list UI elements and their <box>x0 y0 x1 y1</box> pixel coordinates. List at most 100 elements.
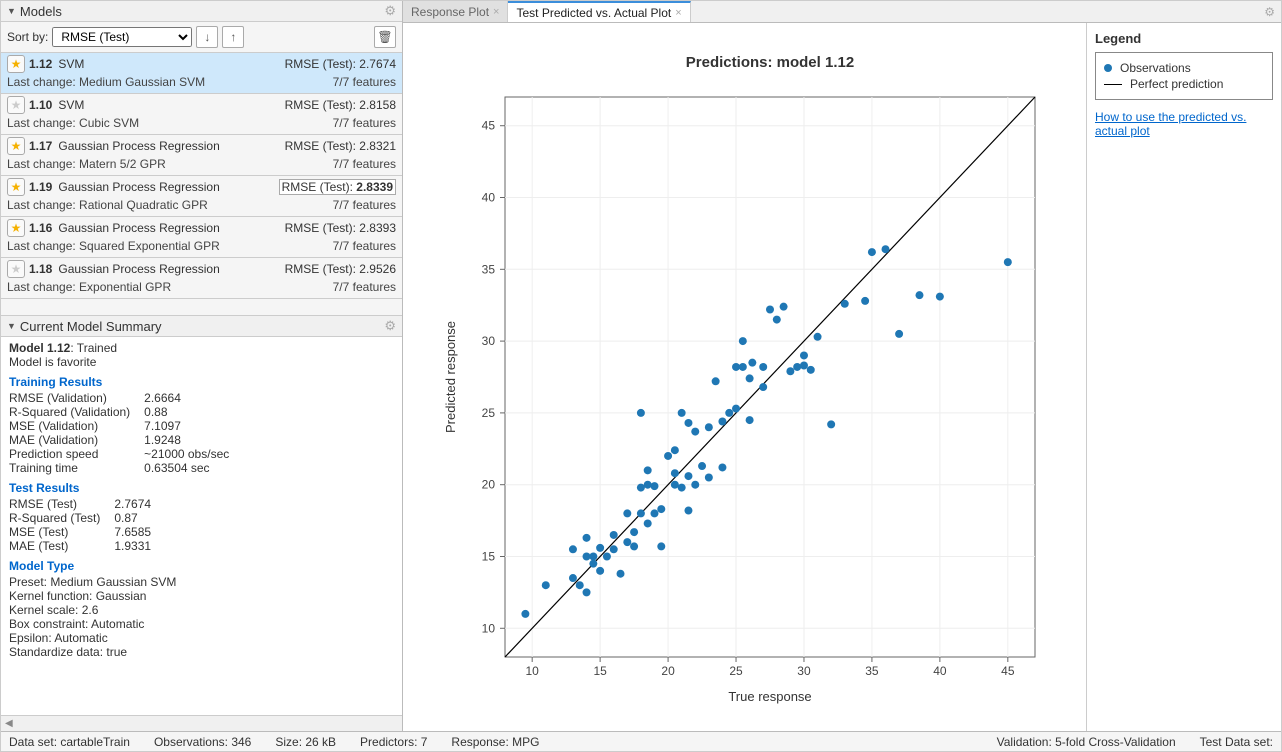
model-features: 7/7 features <box>333 116 396 130</box>
summary-favorite: Model is favorite <box>9 355 394 369</box>
model-rmse: RMSE (Test): 2.8158 <box>285 98 396 112</box>
model-features: 7/7 features <box>333 198 396 212</box>
legend-perfect: Perfect prediction <box>1130 77 1223 91</box>
metric-key: MAE (Validation) <box>9 433 144 447</box>
metric-key: RMSE (Validation) <box>9 391 144 405</box>
favorite-star-icon[interactable]: ★ <box>7 96 25 114</box>
model-type-line: Epsilon: Automatic <box>9 631 394 645</box>
legend-title: Legend <box>1095 31 1273 46</box>
svg-text:30: 30 <box>481 334 495 348</box>
svg-text:10: 10 <box>525 664 539 678</box>
favorite-star-icon[interactable]: ★ <box>7 178 25 196</box>
favorite-star-icon[interactable]: ★ <box>7 219 25 237</box>
model-type-line: Kernel scale: 2.6 <box>9 603 394 617</box>
svg-text:25: 25 <box>729 664 743 678</box>
svg-text:15: 15 <box>593 664 607 678</box>
model-item[interactable]: ★1.18Gaussian Process RegressionRMSE (Te… <box>1 258 402 299</box>
gear-icon[interactable]: ⚙ <box>384 318 396 334</box>
metric-value: 7.1097 <box>144 419 229 433</box>
model-id: 1.16 <box>29 221 52 235</box>
gear-icon[interactable]: ⚙ <box>1264 5 1275 19</box>
model-item[interactable]: ★ 1.16 Gaussian Process RegressionRMSE (Te… <box>1 217 402 258</box>
model-name: Gaussian Process Regression <box>58 221 284 235</box>
model-item[interactable]: ★1.19Gaussian Process RegressionRMSE (Te… <box>1 176 402 217</box>
model-id: 1.18 <box>29 262 52 276</box>
model-last-change: Last change: Rational Quadratic GPR <box>7 198 208 212</box>
metric-value: 0.88 <box>144 405 229 419</box>
svg-text:Predicted response: Predicted response <box>443 321 458 433</box>
tab[interactable]: Test Predicted vs. Actual Plot × <box>508 1 690 22</box>
svg-text:20: 20 <box>481 478 495 492</box>
metric-key: MSE (Test) <box>9 525 114 539</box>
svg-text:25: 25 <box>481 406 495 420</box>
metric-key: R-Squared (Validation) <box>9 405 144 419</box>
svg-text:30: 30 <box>797 664 811 678</box>
model-features: 7/7 features <box>333 157 396 171</box>
svg-text:35: 35 <box>481 262 495 276</box>
line-icon <box>1104 84 1122 85</box>
status-bar: Data set: cartableTrain Observations: 34… <box>1 731 1281 751</box>
close-icon[interactable]: × <box>675 7 681 19</box>
model-id: 1.12 <box>29 57 52 71</box>
model-last-change: Last change: Matern 5/2 GPR <box>7 157 166 171</box>
legend-box: Observations Perfect prediction <box>1095 52 1273 100</box>
tab-label: Test Predicted vs. Actual Plot <box>516 6 671 20</box>
metric-value: 1.9248 <box>144 433 229 447</box>
status-testdata: Test Data set: <box>1200 735 1273 749</box>
model-id: 1.10 <box>29 98 52 112</box>
model-item[interactable]: ★1.10SVMRMSE (Test): 2.8158Last change: … <box>1 94 402 135</box>
svg-text:20: 20 <box>661 664 675 678</box>
summary-panel-header: ▼ Current Model Summary ⚙ <box>1 316 402 337</box>
tab[interactable]: Response Plot× <box>403 1 508 22</box>
metric-key: Prediction speed <box>9 447 144 461</box>
status-predictors: Predictors: 7 <box>360 735 427 749</box>
metric-value: 0.63504 sec <box>144 461 229 475</box>
svg-text:40: 40 <box>481 191 495 205</box>
favorite-star-icon[interactable]: ★ <box>7 260 25 278</box>
status-validation: Validation: 5-fold Cross-Validation <box>997 735 1176 749</box>
models-list[interactable]: ★ 1.12 SVMRMSE (Test): 2.7674 Last change: … <box>1 53 402 315</box>
model-name: SVM <box>58 57 284 71</box>
svg-text:45: 45 <box>481 119 495 133</box>
section-model-type: Model Type <box>9 559 394 573</box>
favorite-star-icon[interactable]: ★ <box>7 55 25 73</box>
metric-value: ~21000 obs/sec <box>144 447 229 461</box>
models-panel-title: Models <box>16 4 384 19</box>
model-item[interactable]: ★1.17Gaussian Process RegressionRMSE (Te… <box>1 135 402 176</box>
model-rmse: RMSE (Test): 2.7674 <box>285 57 396 71</box>
metric-value: 1.9331 <box>114 539 151 553</box>
status-response: Response: MPG <box>451 735 539 749</box>
status-size: Size: 26 kB <box>275 735 336 749</box>
horizontal-scrollbar[interactable]: ◀ <box>1 715 402 731</box>
metric-value: 0.87 <box>114 511 151 525</box>
metric-value: 2.7674 <box>114 497 151 511</box>
metric-key: R-Squared (Test) <box>9 511 114 525</box>
section-test-results: Test Results <box>9 481 394 495</box>
collapse-triangle-icon[interactable]: ▼ <box>7 6 16 16</box>
collapse-triangle-icon[interactable]: ▼ <box>7 321 16 331</box>
model-name: Gaussian Process Regression <box>58 180 278 194</box>
metric-key: MAE (Test) <box>9 539 114 553</box>
delete-button[interactable]: 🗑 <box>374 26 396 48</box>
model-features: 7/7 features <box>333 280 396 294</box>
predictions-chart: Predictions: model 1.1210152025303540451… <box>435 37 1055 717</box>
metric-key: RMSE (Test) <box>9 497 114 511</box>
favorite-star-icon[interactable]: ★ <box>7 137 25 155</box>
model-rmse: RMSE (Test): 2.8393 <box>285 221 396 235</box>
sort-desc-button[interactable]: ↑ <box>222 26 244 48</box>
model-last-change: Last change: Squared Exponential GPR <box>7 239 220 253</box>
help-link[interactable]: How to use the predicted vs. actual plot <box>1095 110 1273 138</box>
gear-icon[interactable]: ⚙ <box>384 3 396 19</box>
model-rmse: RMSE (Test): 2.8339 <box>279 180 396 194</box>
model-features: 7/7 features <box>333 239 396 253</box>
sort-by-select[interactable]: RMSE (Test) <box>52 27 192 47</box>
chart-area: Predictions: model 1.1210152025303540451… <box>403 23 1086 731</box>
model-item[interactable]: ★1.12SVMRMSE (Test): 2.7674Last change: … <box>1 53 402 94</box>
dot-icon <box>1104 64 1112 72</box>
close-icon[interactable]: × <box>493 6 499 18</box>
model-type-line: Standardize data: true <box>9 645 394 659</box>
model-name: Gaussian Process Regression <box>58 262 284 276</box>
summary-body: Model 1.12: TrainedModel is favoriteTrai… <box>1 337 402 715</box>
sort-asc-button[interactable]: ↓ <box>196 26 218 48</box>
status-observations: Observations: 346 <box>154 735 251 749</box>
